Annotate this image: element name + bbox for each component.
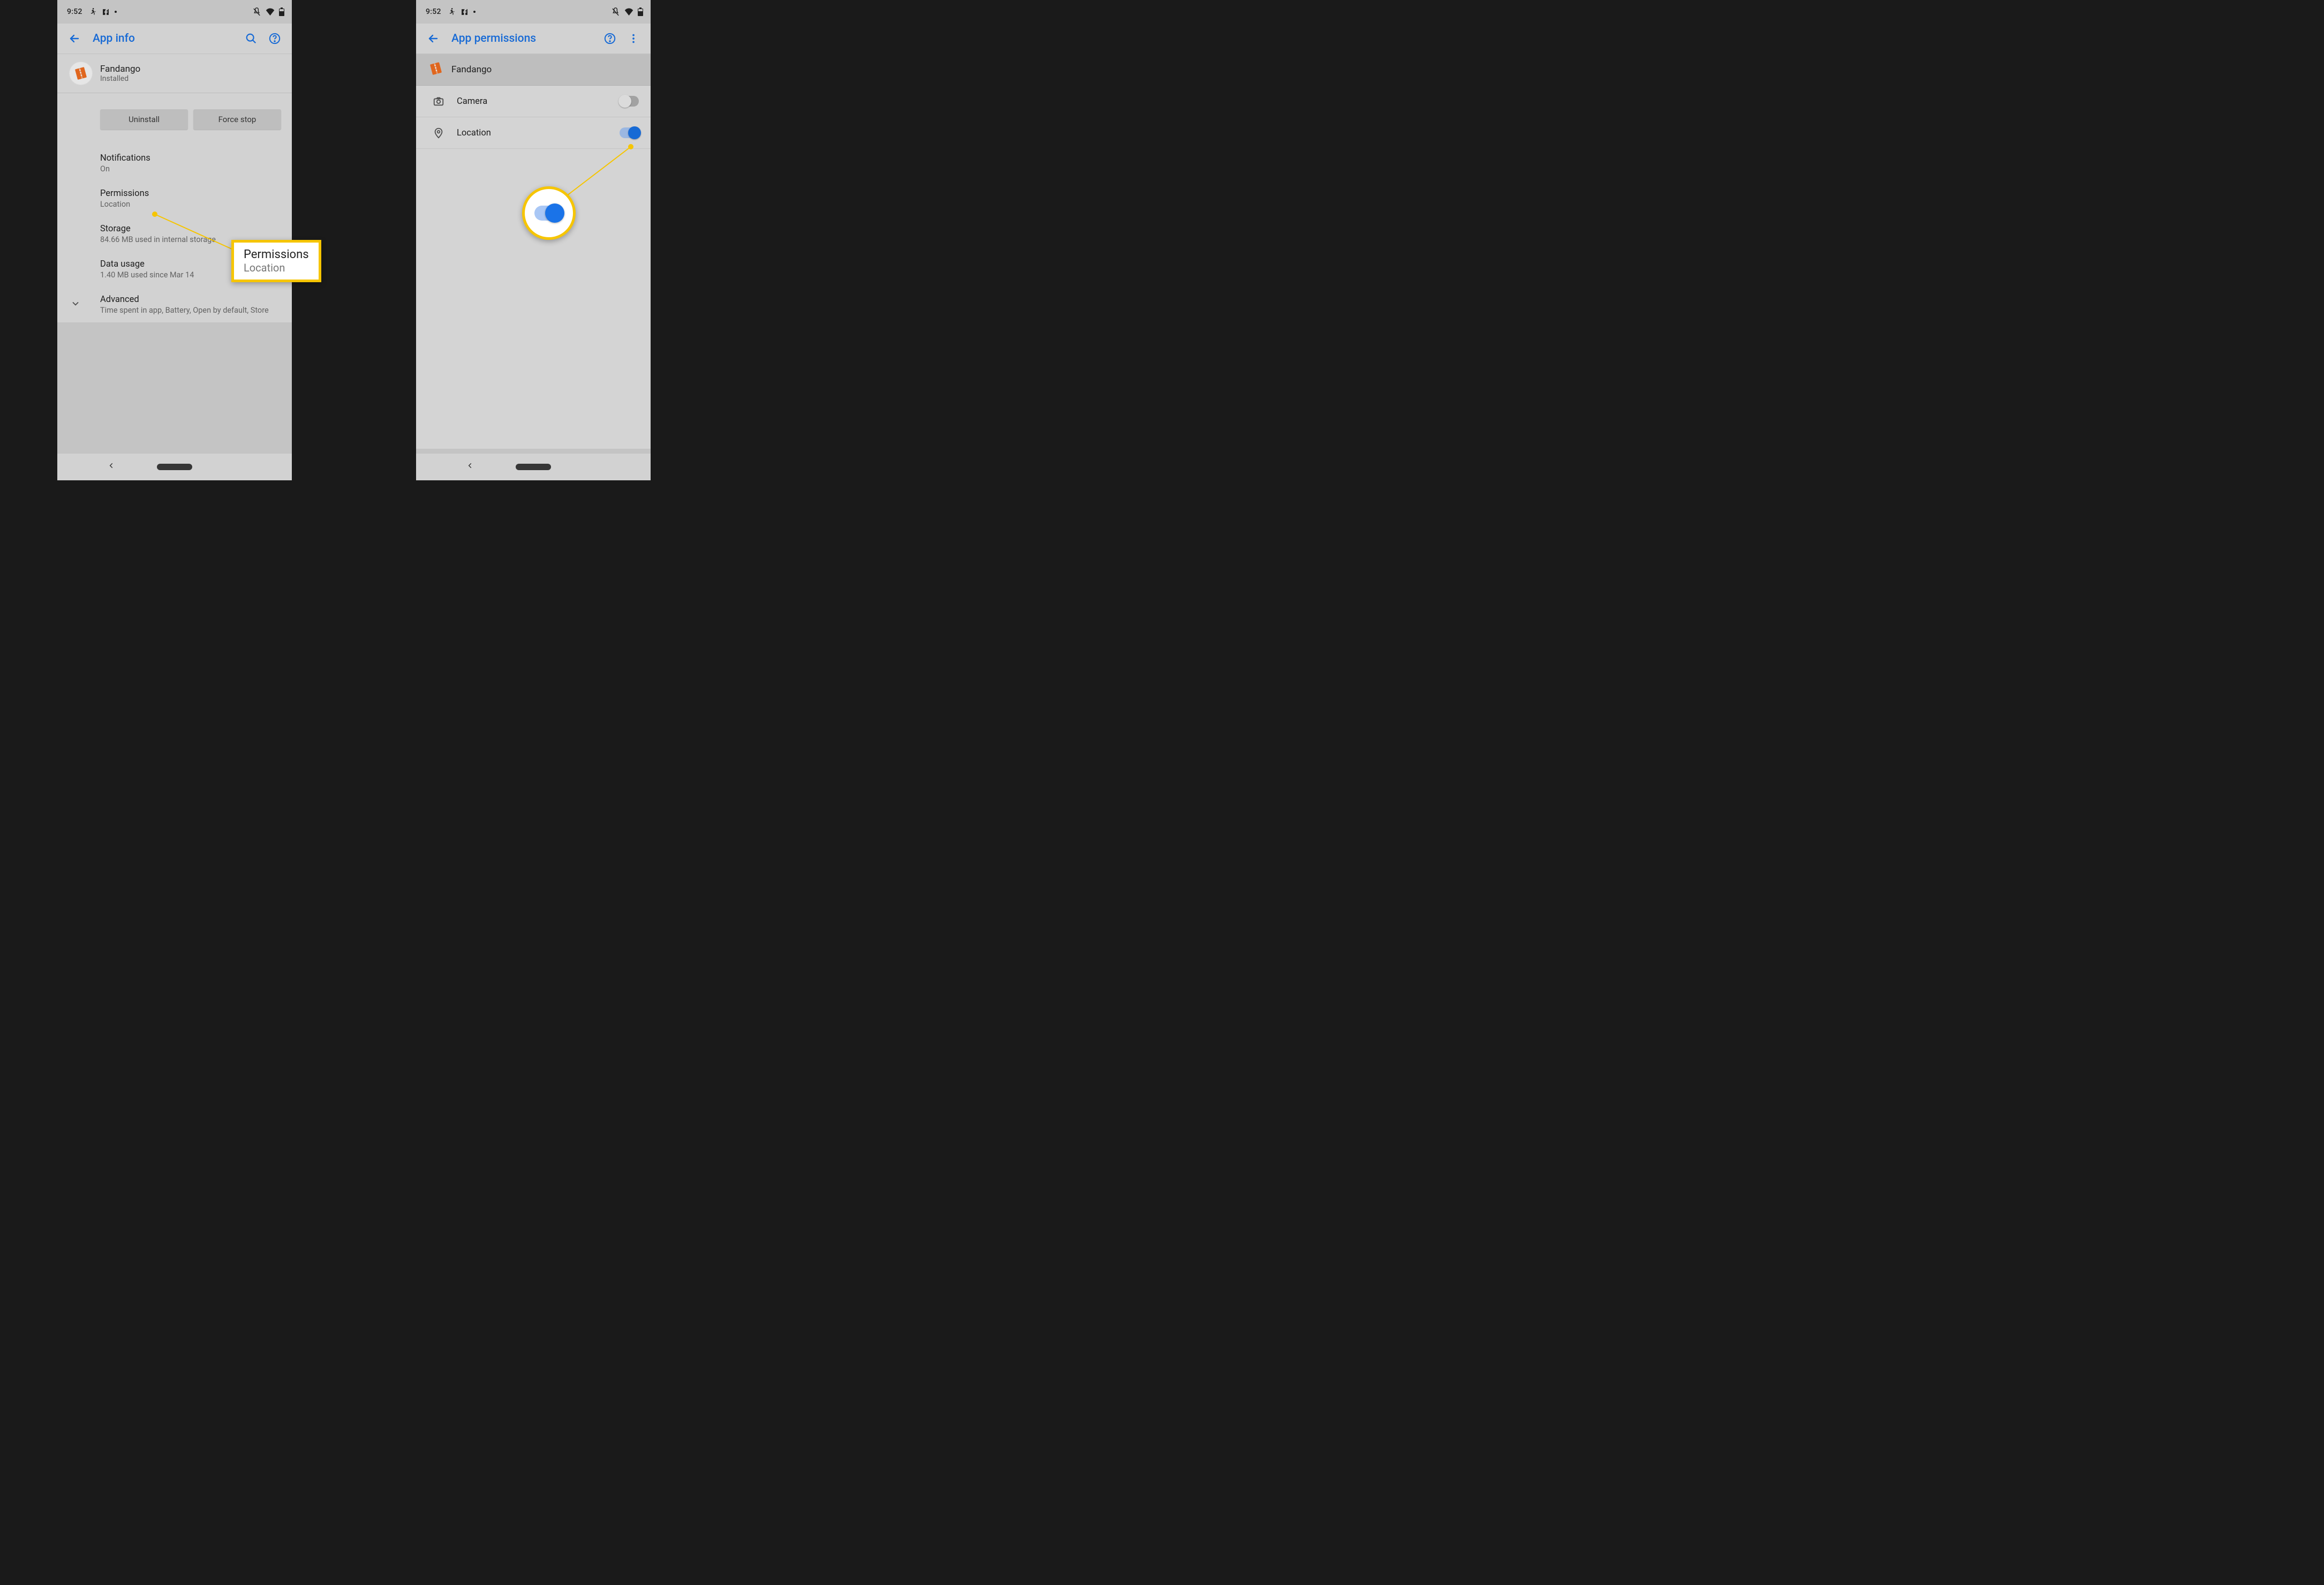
app-icon-fandango xyxy=(69,62,93,85)
storage-title: Storage xyxy=(100,224,281,234)
permissions-app-header: Fandango xyxy=(416,54,651,86)
running-icon xyxy=(89,8,97,16)
battery-icon xyxy=(279,7,284,16)
action-buttons: Uninstall Force stop xyxy=(57,93,292,146)
system-nav-bar xyxy=(416,453,651,480)
permissions-item[interactable]: Permissions Location xyxy=(57,181,292,216)
camera-icon xyxy=(428,95,449,107)
app-header: Fandango Installed xyxy=(57,54,292,93)
status-time: 9:52 xyxy=(67,7,82,16)
app-icon-fandango xyxy=(428,61,444,79)
facebook-icon xyxy=(102,9,109,16)
back-button[interactable] xyxy=(63,27,86,50)
appbar-title: App info xyxy=(86,32,239,45)
nav-home-pill[interactable] xyxy=(157,464,192,470)
wifi-icon xyxy=(266,8,275,16)
appbar: App permissions xyxy=(416,24,651,54)
wifi-icon xyxy=(624,8,633,16)
facebook-icon xyxy=(461,9,468,16)
status-bar: 9:52 xyxy=(416,0,651,24)
help-button[interactable] xyxy=(598,27,622,50)
force-stop-label: Force stop xyxy=(218,115,256,124)
status-dot-icon xyxy=(473,11,476,13)
dnd-off-icon xyxy=(611,7,620,17)
battery-icon xyxy=(638,7,643,16)
chevron-down-icon xyxy=(70,298,81,311)
permission-location-label: Location xyxy=(449,128,620,138)
status-bar: 9:52 xyxy=(57,0,292,24)
system-nav-bar xyxy=(57,453,292,480)
status-time: 9:52 xyxy=(426,7,441,16)
running-icon xyxy=(448,8,456,16)
appbar: App info xyxy=(57,24,292,54)
advanced-sub: Time spent in app, Battery, Open by defa… xyxy=(100,306,281,315)
notifications-sub: On xyxy=(100,164,281,173)
location-icon xyxy=(428,127,449,139)
notifications-title: Notifications xyxy=(100,153,281,163)
permission-camera[interactable]: Camera xyxy=(416,86,651,117)
advanced-title: Advanced xyxy=(100,295,281,305)
nav-back-icon[interactable] xyxy=(466,461,474,474)
back-button[interactable] xyxy=(421,27,445,50)
overflow-menu-button[interactable] xyxy=(622,27,645,50)
app-name: Fandango xyxy=(100,64,140,74)
permission-location[interactable]: Location xyxy=(416,117,651,149)
settings-list: Notifications On Permissions Location St… xyxy=(57,146,292,322)
permission-location-toggle[interactable] xyxy=(620,127,639,138)
callout-permissions: Permissions Location xyxy=(231,240,321,282)
nav-home-pill[interactable] xyxy=(516,464,551,470)
dnd-off-icon xyxy=(252,7,261,17)
advanced-item[interactable]: Advanced Time spent in app, Battery, Ope… xyxy=(57,287,292,322)
tutorial-composite: 9:52 xyxy=(0,0,776,480)
permissions-sub: Location xyxy=(100,200,281,209)
uninstall-button[interactable]: Uninstall xyxy=(100,109,188,130)
permission-camera-toggle[interactable] xyxy=(620,96,639,107)
status-dot-icon xyxy=(115,11,117,13)
phone-app-permissions: 9:52 App permissions xyxy=(416,0,651,480)
permissions-app-name: Fandango xyxy=(444,64,639,75)
notifications-item[interactable]: Notifications On xyxy=(57,146,292,181)
permission-camera-label: Camera xyxy=(449,96,620,107)
callout-permissions-sub: Location xyxy=(244,261,309,274)
app-install-status: Installed xyxy=(100,74,140,83)
appbar-title: App permissions xyxy=(445,32,598,45)
permissions-title: Permissions xyxy=(100,188,281,199)
search-button[interactable] xyxy=(239,27,263,50)
callout-toggle-on xyxy=(522,186,576,240)
help-button[interactable] xyxy=(263,27,286,50)
uninstall-label: Uninstall xyxy=(129,115,160,124)
callout-toggle-icon xyxy=(534,206,563,221)
callout-permissions-title: Permissions xyxy=(244,248,309,261)
force-stop-button[interactable]: Force stop xyxy=(193,109,281,130)
nav-back-icon[interactable] xyxy=(108,461,115,474)
